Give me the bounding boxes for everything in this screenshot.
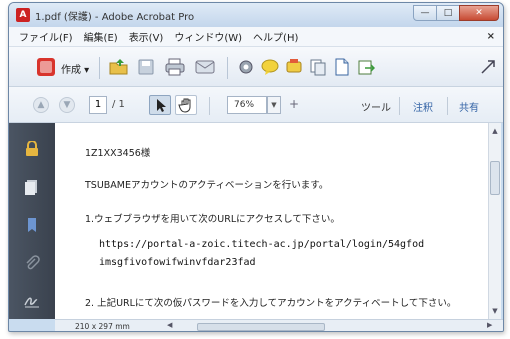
zoom-dropdown-chevron-icon[interactable]: ▼ bbox=[267, 96, 281, 114]
select-tool-button[interactable] bbox=[149, 95, 171, 115]
cursor-icon bbox=[157, 99, 166, 112]
scroll-left-icon[interactable]: ◀ bbox=[167, 321, 172, 329]
scroll-down-icon[interactable]: ▼ bbox=[489, 305, 501, 317]
settings-icon[interactable] bbox=[237, 58, 255, 76]
comment-tab[interactable]: 注釈 bbox=[413, 99, 433, 114]
signatures-icon[interactable] bbox=[23, 293, 41, 309]
menu-window[interactable]: ウィンドウ(W) bbox=[174, 29, 242, 44]
tools-tab[interactable]: ツール bbox=[361, 99, 391, 114]
document-url-line: https://portal-a-zoic.titech-ac.jp/porta… bbox=[99, 239, 425, 250]
save-icon[interactable] bbox=[137, 58, 155, 76]
horizontal-scroll-thumb[interactable] bbox=[197, 323, 325, 331]
zoom-level-field[interactable]: 76% bbox=[227, 96, 267, 114]
export-icon[interactable] bbox=[357, 58, 376, 76]
create-icon[interactable] bbox=[37, 58, 55, 76]
hand-icon bbox=[178, 98, 191, 113]
zoom-in-icon[interactable]: + bbox=[289, 97, 299, 111]
print-icon[interactable] bbox=[165, 58, 185, 76]
navigation-pane bbox=[9, 123, 55, 319]
tab-divider bbox=[399, 97, 400, 115]
document-text-line: TSUBAMEアカウントのアクティベーションを行います。 bbox=[85, 180, 329, 191]
vertical-scrollbar[interactable]: ▲ ▼ bbox=[488, 123, 501, 319]
bookmarks-icon[interactable] bbox=[23, 217, 41, 233]
toolbar-divider bbox=[227, 57, 228, 79]
page-size-label: 210 x 297 mm bbox=[75, 322, 130, 331]
document-text-line: 1Z1XX3456様 bbox=[85, 148, 151, 159]
maximize-button[interactable]: □ bbox=[436, 5, 460, 21]
open-folder-icon[interactable] bbox=[109, 58, 128, 76]
minimize-button[interactable]: — bbox=[413, 5, 437, 21]
create-button[interactable]: 作成 ▾ bbox=[61, 61, 89, 76]
vertical-scroll-thumb[interactable] bbox=[490, 161, 500, 195]
window-controls: — □ ✕ bbox=[413, 5, 499, 21]
document-page[interactable]: 1Z1XX3456様 TSUBAMEアカウントのアクティベーションを行います。 … bbox=[55, 123, 491, 319]
close-document-button[interactable]: × bbox=[487, 31, 495, 42]
close-window-button[interactable]: ✕ bbox=[459, 5, 499, 21]
document-text-line: 1.ウェブブラウザを用いて次のURLにアクセスして下さい。 bbox=[85, 214, 340, 225]
window-title: 1.pdf (保護) - Adobe Acrobat Pro bbox=[35, 12, 195, 23]
pages-icon[interactable] bbox=[309, 58, 327, 76]
next-page-icon[interactable]: ▼ bbox=[59, 97, 75, 113]
acrobat-app-icon: A bbox=[16, 8, 30, 22]
main-toolbar: 作成 ▾ bbox=[9, 47, 503, 87]
document-icon[interactable] bbox=[333, 58, 351, 76]
toolbar-divider bbox=[99, 57, 100, 79]
document-text-line: 2. 上記URLにて次の仮パスワードを入力してアカウントをアクティベートして下さ… bbox=[85, 298, 457, 309]
menu-help[interactable]: ヘルプ(H) bbox=[253, 29, 298, 44]
email-icon[interactable] bbox=[195, 58, 215, 76]
menu-view[interactable]: 表示(V) bbox=[129, 29, 164, 44]
lock-icon[interactable] bbox=[23, 140, 41, 157]
menu-file[interactable]: ファイル(F) bbox=[19, 29, 73, 44]
page-thumbnails-icon[interactable] bbox=[23, 179, 41, 195]
hand-tool-button[interactable] bbox=[175, 95, 197, 115]
stamp-icon[interactable] bbox=[285, 58, 303, 76]
title-bar[interactable]: A 1.pdf (保護) - Adobe Acrobat Pro — □ ✕ bbox=[9, 3, 503, 27]
status-bar: 210 x 297 mm ◀ ▶ bbox=[55, 319, 503, 331]
previous-page-icon[interactable]: ▲ bbox=[33, 97, 49, 113]
expand-icon[interactable] bbox=[479, 58, 497, 76]
share-tab[interactable]: 共有 bbox=[459, 99, 479, 114]
scroll-up-icon[interactable]: ▲ bbox=[489, 125, 501, 137]
menu-edit[interactable]: 編集(E) bbox=[84, 29, 118, 44]
tab-divider bbox=[447, 97, 448, 115]
scroll-right-icon[interactable]: ▶ bbox=[487, 321, 492, 329]
navigation-toolbar: ▲ ▼ 1 / 1 76% ▼ + ツール 注釈 共有 bbox=[9, 87, 503, 123]
comment-icon[interactable] bbox=[261, 58, 279, 76]
page-number-input[interactable]: 1 bbox=[89, 96, 107, 114]
document-url-line: imsgfivofowifwinvfdar23fad bbox=[99, 257, 256, 268]
toolbar-divider bbox=[209, 97, 210, 115]
attachments-icon[interactable] bbox=[23, 255, 41, 271]
menu-bar: ファイル(F) 編集(E) 表示(V) ウィンドウ(W) ヘルプ(H) × bbox=[9, 27, 503, 47]
acrobat-window: A 1.pdf (保護) - Adobe Acrobat Pro — □ ✕ フ… bbox=[8, 2, 504, 332]
page-total: / 1 bbox=[112, 99, 125, 110]
